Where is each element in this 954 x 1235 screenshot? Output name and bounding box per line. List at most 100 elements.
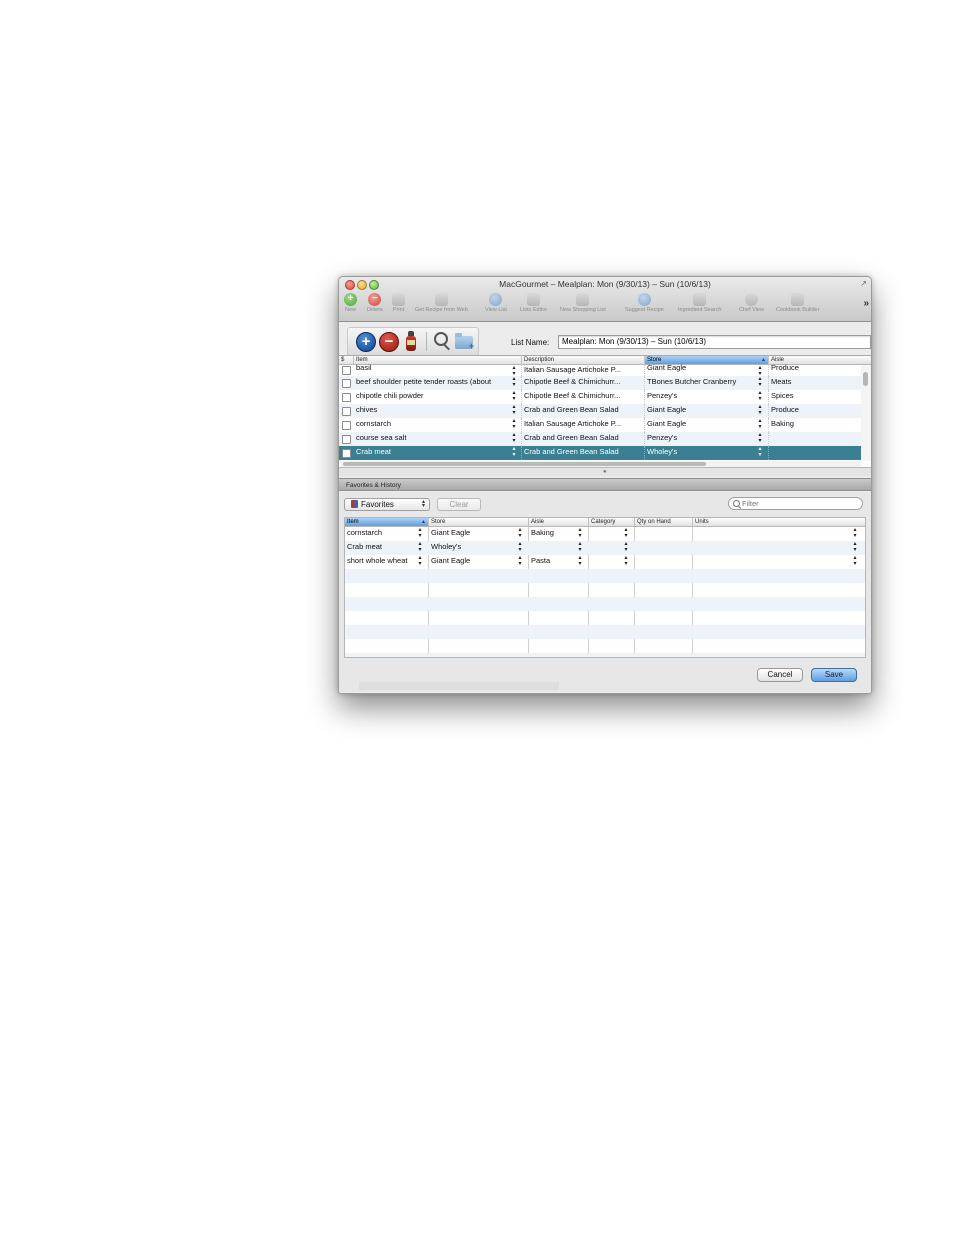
stepper-icon[interactable]: ▴ ▾ xyxy=(757,376,763,388)
table-row[interactable]: chipotle chili powder ▴ ▾ Chipotle Beef &… xyxy=(339,390,861,404)
item-cell[interactable]: chipotle chili powder xyxy=(354,390,522,404)
item-cell[interactable]: short whole wheat xyxy=(345,555,421,569)
row-checkbox[interactable] xyxy=(342,449,351,458)
cancel-button[interactable]: Cancel xyxy=(757,668,803,682)
units-cell[interactable] xyxy=(693,527,853,541)
aisle-cell[interactable]: Spices xyxy=(769,390,861,404)
row-checkbox[interactable] xyxy=(342,407,351,416)
stepper-icon[interactable]: ▴ ▾ xyxy=(511,376,517,388)
stepper-icon[interactable]: ▴ ▾ xyxy=(577,541,583,553)
category-cell[interactable] xyxy=(589,527,625,541)
toolbar-ingredient-search-button[interactable]: Ingredient Search xyxy=(678,293,721,313)
aisle-cell[interactable] xyxy=(529,541,579,555)
favorites-row[interactable]: cornstarch ▴ ▾ Giant Eagle ▴ ▾ Baking ▴ ▾ ▴… xyxy=(345,527,865,541)
store-cell[interactable]: Penzey's xyxy=(645,390,769,404)
favorites-select[interactable]: Favorites ▴ ▾ xyxy=(344,498,430,511)
stepper-icon[interactable]: ▴ ▾ xyxy=(417,555,423,567)
stepper-icon[interactable]: ▴ ▾ xyxy=(623,527,629,539)
stepper-icon[interactable]: ▴ ▾ xyxy=(577,527,583,539)
description-cell[interactable]: Chipotle Beef & Chimichurr... xyxy=(522,390,645,404)
table-row[interactable]: course sea salt ▴ ▾ Crab and Green Bean S… xyxy=(339,432,861,446)
scrollbar-thumb[interactable] xyxy=(343,462,706,466)
toolbar-get-recipe-button[interactable]: Get Recipe from Web xyxy=(415,293,468,313)
aisle-cell[interactable]: Pasta xyxy=(529,555,579,569)
item-cell[interactable]: cornstarch xyxy=(345,527,421,541)
qty-cell[interactable] xyxy=(635,541,693,555)
stepper-icon[interactable]: ▴ ▾ xyxy=(757,418,763,430)
table-row[interactable]: basil ▴ ▾ Italian Sausage Artichoke P... … xyxy=(339,364,861,378)
toolbar-view-list-button[interactable]: View List xyxy=(485,293,507,313)
stepper-icon[interactable]: ▴ ▾ xyxy=(417,541,423,553)
stepper-icon[interactable]: ▴ ▾ xyxy=(757,404,763,416)
store-cell[interactable]: Wholey's xyxy=(429,541,519,555)
qty-cell[interactable] xyxy=(635,555,693,569)
clear-button[interactable]: Clear xyxy=(437,498,481,511)
column-header-store[interactable]: Store ▲ xyxy=(645,356,769,364)
stepper-icon[interactable]: ▴ ▾ xyxy=(417,527,423,539)
vertical-scrollbar[interactable] xyxy=(861,365,871,461)
description-cell[interactable]: Crab and Green Bean Salad xyxy=(522,432,645,446)
stepper-icon[interactable]: ▴ ▾ xyxy=(852,541,858,553)
table-row[interactable]: cornstarch ▴ ▾ Italian Sausage Artichoke … xyxy=(339,418,861,432)
column-header-store[interactable]: Store xyxy=(429,518,529,526)
list-name-input[interactable] xyxy=(558,335,871,349)
stepper-icon[interactable]: ▴ ▾ xyxy=(623,541,629,553)
store-cell[interactable]: Giant Eagle xyxy=(645,418,769,432)
stepper-icon[interactable]: ▴ ▾ xyxy=(757,390,763,402)
aisle-cell[interactable]: Produce xyxy=(769,404,861,418)
toolbar-overflow-icon[interactable]: » xyxy=(863,298,869,309)
toolbar-lists-editor-button[interactable]: Lists Editor xyxy=(520,293,547,313)
column-header-item[interactable]: Item xyxy=(354,356,522,364)
stepper-icon[interactable]: ▴ ▾ xyxy=(511,418,517,430)
column-header-aisle[interactable]: Aisle xyxy=(529,518,589,526)
toolbar-cookbook-builder-button[interactable]: Cookbook Builder xyxy=(776,293,819,313)
store-cell[interactable]: TBones Butcher Cranberry xyxy=(645,376,769,390)
description-cell[interactable]: Chipotle Beef & Chimichurr... xyxy=(522,376,645,390)
stepper-icon[interactable]: ▴ ▾ xyxy=(511,390,517,402)
add-item-button[interactable]: + xyxy=(356,332,376,352)
row-checkbox[interactable] xyxy=(342,421,351,430)
units-cell[interactable] xyxy=(693,555,853,569)
remove-item-button[interactable]: − xyxy=(379,332,399,352)
description-cell[interactable]: Crab and Green Bean Salad xyxy=(522,404,645,418)
stepper-icon[interactable]: ▴ ▾ xyxy=(623,555,629,567)
stepper-icon[interactable]: ▴ ▾ xyxy=(511,404,517,416)
fullscreen-icon[interactable]: ↗ xyxy=(860,279,867,288)
units-cell[interactable] xyxy=(693,541,853,555)
row-checkbox[interactable] xyxy=(342,366,351,375)
description-cell[interactable]: Italian Sausage Artichoke P... xyxy=(522,418,645,432)
aisle-cell[interactable] xyxy=(769,446,861,460)
stepper-icon[interactable]: ▴ ▾ xyxy=(511,432,517,444)
row-checkbox[interactable] xyxy=(342,435,351,444)
item-cell[interactable]: chives xyxy=(354,404,522,418)
stepper-icon[interactable]: ▴ ▾ xyxy=(511,446,517,458)
toolbar-new-shopping-list-button[interactable]: New Shopping List xyxy=(560,293,606,313)
row-checkbox[interactable] xyxy=(342,393,351,402)
item-cell[interactable]: beef shoulder petite tender roasts (abou… xyxy=(354,376,522,390)
stepper-icon[interactable]: ▴ ▾ xyxy=(517,527,523,539)
stepper-icon[interactable]: ▴ ▾ xyxy=(517,541,523,553)
store-cell[interactable]: Giant Eagle xyxy=(645,404,769,418)
aisle-cell[interactable] xyxy=(769,432,861,446)
item-cell[interactable]: Crab meat xyxy=(354,446,522,460)
toolbar-delete-button[interactable]: − Delete xyxy=(367,293,383,313)
store-cell[interactable]: Penzey's xyxy=(645,432,769,446)
table-row[interactable]: beef shoulder petite tender roasts (abou… xyxy=(339,376,861,390)
toolbar-suggest-recipe-button[interactable]: Suggest Recipe xyxy=(625,293,664,313)
aisle-cell[interactable]: Baking xyxy=(769,418,861,432)
toolbar-print-button[interactable]: Print xyxy=(392,293,405,313)
stepper-icon[interactable]: ▴ ▾ xyxy=(852,527,858,539)
description-cell[interactable]: Crab and Green Bean Salad xyxy=(522,446,645,460)
item-cell[interactable]: cornstarch xyxy=(354,418,522,432)
column-header-aisle[interactable]: Aisle xyxy=(769,356,871,364)
pantry-bottle-icon[interactable] xyxy=(405,331,417,351)
search-icon[interactable] xyxy=(434,332,448,346)
stepper-icon[interactable]: ▴ ▾ xyxy=(757,432,763,444)
column-header-description[interactable]: Description xyxy=(522,356,645,364)
column-header-qty-on-hand[interactable]: Qty on Hand xyxy=(635,518,693,526)
aisle-cell[interactable]: Baking xyxy=(529,527,579,541)
store-cell[interactable]: Giant Eagle xyxy=(429,527,519,541)
table-row[interactable]: chives ▴ ▾ Crab and Green Bean Salad Gian… xyxy=(339,404,861,418)
toolbar-new-button[interactable]: + New xyxy=(344,293,357,313)
column-header-category[interactable]: Category xyxy=(589,518,635,526)
